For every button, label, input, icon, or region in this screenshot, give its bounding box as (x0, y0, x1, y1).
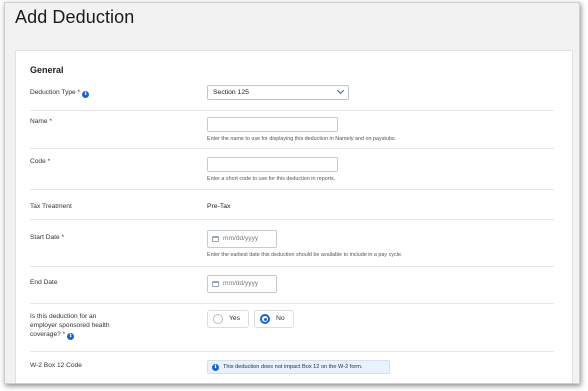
start-date-label: Start Date * (30, 234, 65, 241)
radio-yes[interactable]: Yes (207, 310, 249, 328)
w2-notice: i This deduction does not impact Box 12 … (207, 360, 390, 374)
end-date-input[interactable]: mm/dd/yyyy (207, 275, 277, 293)
name-label: Name * (30, 118, 52, 125)
deduction-type-label-text: Deduction Type * (30, 89, 81, 96)
radio-yes-label: Yes (229, 315, 241, 322)
code-input[interactable] (207, 157, 338, 172)
w2-notice-text: This deduction does not impact Box 12 on… (223, 364, 363, 370)
tax-treatment-row: Tax Treatment Pre-Tax (30, 190, 554, 220)
info-icon[interactable]: i (82, 91, 90, 98)
radio-no-label: No (276, 315, 285, 322)
tax-treatment-value: Pre-Tax (207, 203, 231, 210)
w2-code-row: W-2 Box 12 Code i This deduction does no… (30, 352, 554, 382)
deduction-type-value: Section 125 (213, 89, 249, 96)
chevron-down-icon (336, 86, 345, 95)
end-date-row: End Date mm/dd/yyyy (30, 267, 554, 304)
health-coverage-label-line3: coverage? * (30, 331, 66, 338)
health-coverage-row: Is this deduction for an employer sponso… (30, 304, 554, 352)
info-icon: i (212, 363, 219, 371)
deduction-type-row: Deduction Type * i Section 125 (30, 81, 554, 111)
code-help: Enter a short code to use for this deduc… (207, 176, 336, 182)
code-row: Code * Enter a short code to use for thi… (30, 149, 554, 190)
start-date-input[interactable]: mm/dd/yyyy (207, 230, 277, 248)
start-date-placeholder: mm/dd/yyyy (223, 235, 259, 242)
name-help: Enter the name to use for displaying thi… (207, 136, 397, 142)
window-frame: Add Deduction General Deduction Type * i … (4, 2, 580, 384)
deduction-type-label: Deduction Type * i (30, 88, 90, 98)
radio-yes-circle[interactable] (213, 314, 223, 324)
calendar-icon (212, 281, 219, 287)
tax-treatment-label: Tax Treatment (30, 203, 72, 210)
start-date-help: Enter the earliest date this deduction s… (207, 252, 403, 258)
info-icon[interactable]: i (67, 333, 75, 340)
w2-code-label: W-2 Box 12 Code (30, 362, 82, 369)
general-card: General Deduction Type * i Section 125 Na… (15, 50, 573, 383)
health-coverage-label: Is this deduction for an employer sponso… (30, 312, 110, 340)
name-input[interactable] (207, 117, 338, 132)
health-coverage-label-line1: Is this deduction for an (30, 313, 97, 320)
health-coverage-label-line2: employer sponsored health (30, 322, 110, 329)
radio-no-circle[interactable] (260, 314, 270, 324)
deduction-type-select[interactable]: Section 125 (207, 85, 349, 100)
page-title: Add Deduction (15, 7, 135, 27)
code-label: Code * (30, 158, 51, 165)
end-date-placeholder: mm/dd/yyyy (223, 280, 259, 287)
section-title: General (30, 65, 64, 75)
calendar-icon (212, 236, 219, 242)
radio-no[interactable]: No (254, 310, 294, 328)
start-date-row: Start Date * mm/dd/yyyy Enter the earlie… (30, 220, 554, 267)
end-date-label: End Date (30, 279, 58, 286)
name-row: Name * Enter the name to use for display… (30, 111, 554, 149)
